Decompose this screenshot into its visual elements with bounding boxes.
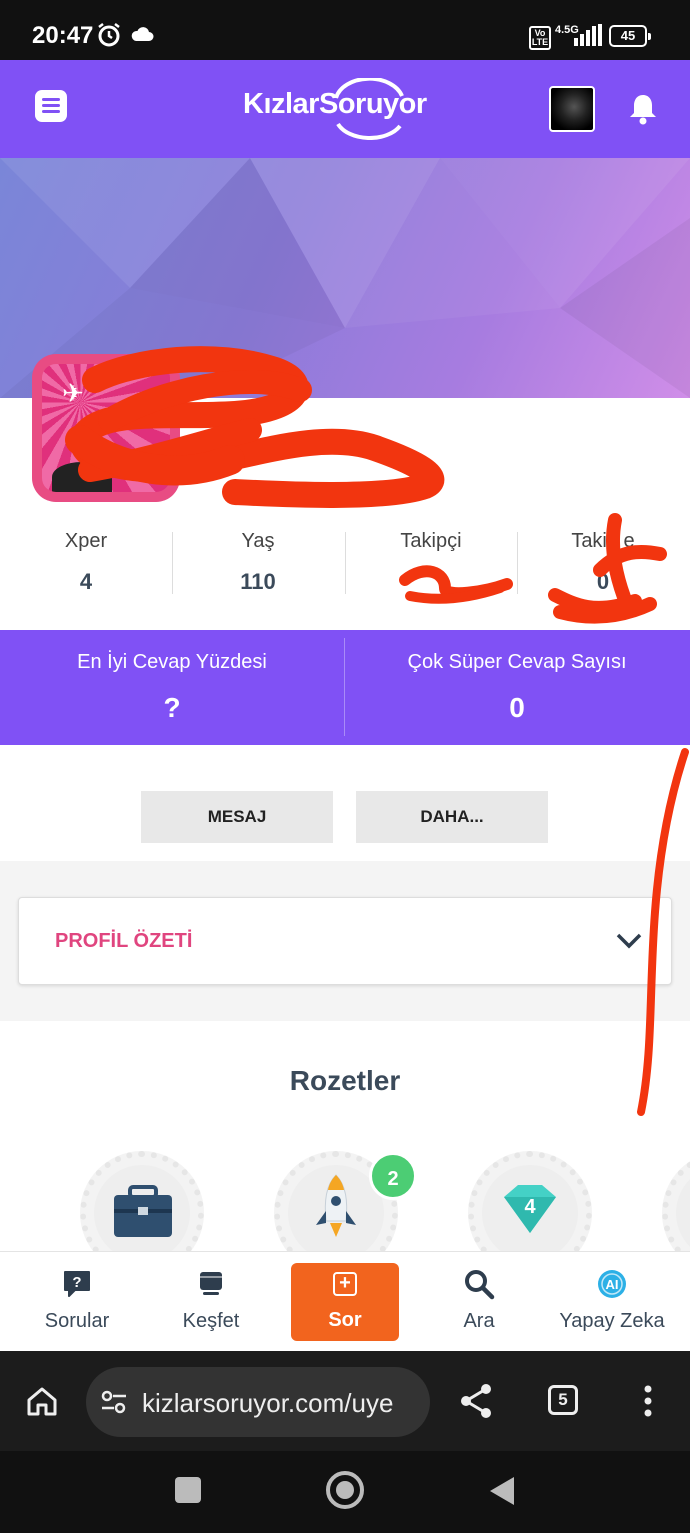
nav-ai[interactable]: AI Yapay Zeka [543, 1252, 681, 1352]
super-answer-count: Çok Süper Cevap Sayısı 0 [345, 630, 689, 745]
answer-stats-band: En İyi Cevap Yüzdesi ? Çok Süper Cevap S… [0, 630, 690, 745]
back-icon[interactable] [488, 1475, 516, 1507]
badge-partial[interactable] [662, 1151, 690, 1251]
browser-toolbar: kizlarsoruyor.com/uye 5 [0, 1351, 690, 1451]
stat-label: Yaş [241, 530, 275, 552]
rocket-badge-count: 2 [369, 1152, 417, 1200]
super-answer-label: Çok Süper Cevap Sayısı [407, 651, 627, 673]
stat-age: Yaş 110 [172, 520, 344, 600]
best-answer-label: En İyi Cevap Yüzdesi [77, 651, 267, 673]
svg-text:?: ? [72, 1274, 81, 1291]
home-button[interactable] [326, 1471, 364, 1509]
site-settings-icon[interactable] [100, 1389, 128, 1415]
recents-button[interactable] [175, 1477, 201, 1503]
nav-label: Ara [463, 1310, 495, 1332]
badges-section: Rozetler 4 [0, 1021, 690, 1251]
nav-search[interactable]: Ara [410, 1252, 548, 1352]
search-icon [465, 1270, 495, 1300]
stat-value: 0 [596, 569, 610, 594]
status-bar: 20:47 Vo LTE 4.5G 45 [0, 0, 690, 60]
stat-label: Xper [64, 530, 108, 552]
stat-followers[interactable]: Takipçi [345, 520, 517, 600]
ai-icon: AI [598, 1270, 626, 1298]
alarm-icon [98, 23, 120, 47]
user-avatar[interactable] [549, 86, 595, 132]
more-vert-icon[interactable] [644, 1385, 652, 1417]
super-answer-value: 0 [509, 692, 525, 723]
cloud-icon [131, 27, 154, 41]
stat-label: Takip e [571, 530, 635, 552]
share-icon[interactable] [459, 1383, 493, 1419]
badge-diamond[interactable]: 4 [468, 1151, 592, 1251]
stat-following[interactable]: Takip e 0 [517, 520, 689, 600]
stat-label: Takipçi [400, 530, 462, 552]
battery-icon: 45 [609, 25, 651, 47]
airplane-icon: ✈ [62, 378, 84, 408]
bottom-nav: ? Sorular Keşfet + Sor Ara AI Yapay Zeka [0, 1251, 690, 1351]
more-button[interactable]: DAHA... [356, 791, 548, 843]
home-icon[interactable] [26, 1385, 58, 1417]
nav-ask[interactable]: + Sor [291, 1263, 399, 1341]
volte-icon: Vo LTE [529, 26, 551, 50]
url-text: kizlarsoruyor.com/uye [142, 1388, 394, 1418]
plus-icon: + [333, 1272, 357, 1296]
badge-briefcase[interactable] [80, 1151, 204, 1251]
address-bar[interactable]: kizlarsoruyor.com/uye [86, 1367, 430, 1437]
nav-label: Keşfet [182, 1310, 240, 1332]
nav-label: Yapay Zeka [559, 1310, 665, 1332]
question-icon: ? [64, 1271, 90, 1297]
menu-button[interactable] [35, 90, 67, 122]
badges-heading: Rozetler [289, 1065, 401, 1096]
summary-section: PROFİL ÖZETİ [0, 861, 690, 1021]
stat-value: 110 [240, 569, 276, 594]
profile-summary-title: PROFİL ÖZETİ [55, 930, 193, 952]
nav-questions[interactable]: ? Sorular [8, 1252, 146, 1352]
nav-discover[interactable]: Keşfet [142, 1252, 280, 1352]
svg-text:AI: AI [606, 1277, 619, 1292]
system-navigation [0, 1451, 690, 1533]
clock: 20:47 [32, 22, 94, 49]
logo-swoosh-icon [334, 78, 404, 140]
briefcase-icon [114, 1185, 172, 1237]
diamond-icon: 4 [504, 1185, 556, 1233]
stat-value: 4 [79, 569, 93, 594]
profile-stats: Xper 4 Yaş 110 Takipçi Takip e 0 [0, 520, 690, 610]
diamond-level: 4 [524, 1196, 536, 1218]
profile-actions: MESAJ DAHA... [0, 745, 690, 861]
app-header: KızlarSoruyor [0, 60, 690, 158]
tabs-icon[interactable]: 5 [548, 1385, 578, 1415]
chevron-down-icon [616, 933, 642, 949]
best-answer-value: ? [163, 692, 181, 723]
nav-label: Sor [328, 1309, 362, 1331]
best-answer-rate: En İyi Cevap Yüzdesi ? [0, 630, 344, 745]
nav-label: Sorular [44, 1310, 110, 1332]
stat-xper[interactable]: Xper 4 [0, 520, 172, 600]
signal-icon [574, 24, 602, 46]
message-button[interactable]: MESAJ [141, 791, 333, 843]
profile-summary-accordion[interactable]: PROFİL ÖZETİ [18, 897, 672, 985]
layers-icon [200, 1272, 222, 1295]
profile-avatar[interactable]: ✈ [32, 354, 180, 502]
bell-icon[interactable] [628, 93, 658, 125]
